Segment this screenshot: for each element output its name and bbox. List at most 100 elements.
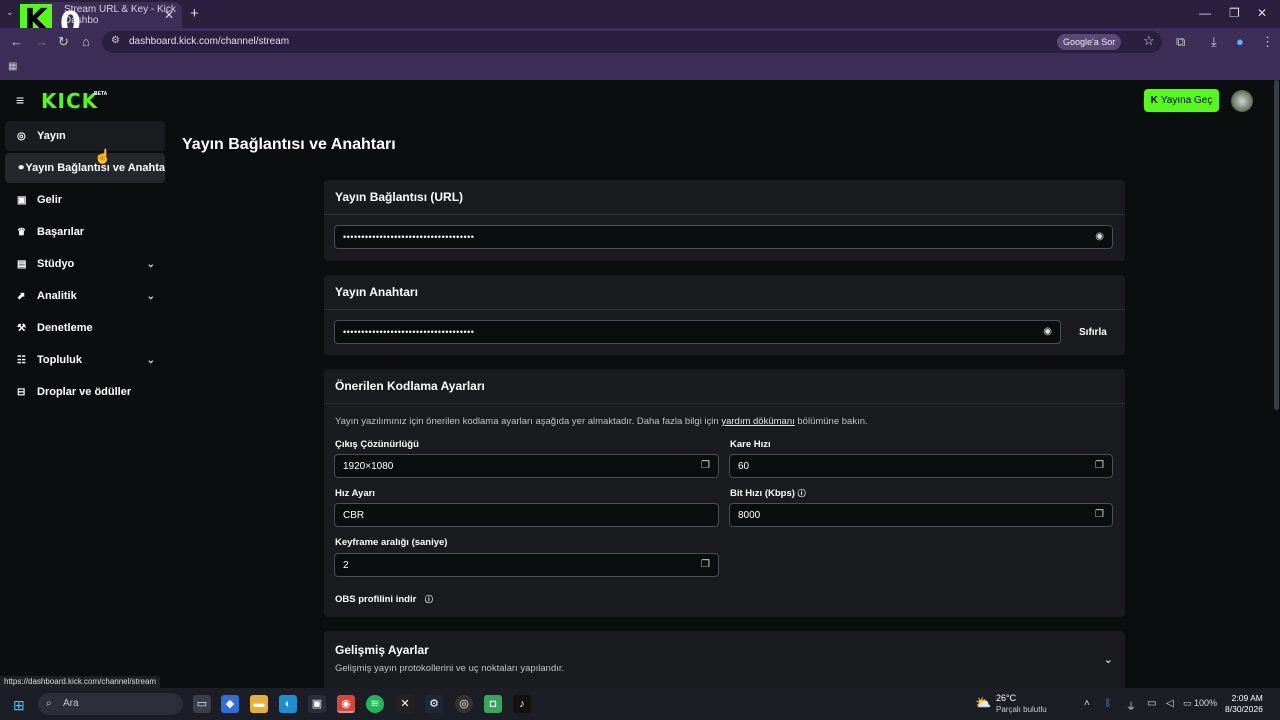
- profile-icon[interactable]: ●: [1236, 34, 1244, 49]
- stream-url-card: Yayın Bağlantısı (URL) •••••••••••••••••…: [324, 180, 1125, 261]
- analytics-icon: ⬈: [17, 290, 26, 302]
- kick-logo[interactable]: KICK: [41, 89, 98, 113]
- store-icon[interactable]: ▣: [308, 695, 326, 713]
- chevron-down-icon[interactable]: ⌄: [1104, 653, 1113, 666]
- stream-key-card: Yayın Anahtarı •••••••••••••••••••••••••…: [324, 275, 1125, 355]
- sidebar-item-studio[interactable]: ▤ Stüdyo ⌄: [5, 249, 165, 279]
- obs-profile-download[interactable]: OBS profilini indir ⓘ: [335, 594, 433, 605]
- hint-text: Yayın yazılımınız için önerilen kodlama …: [335, 416, 722, 427]
- apps-grid-icon[interactable]: ▦: [8, 61, 17, 72]
- rate-control-field[interactable]: CBR: [334, 503, 719, 527]
- card-heading: Yayın Anahtarı: [324, 275, 1125, 310]
- bluetooth-icon[interactable]: ᛒ: [1105, 698, 1111, 709]
- chevron-down-icon[interactable]: ⌄: [147, 291, 155, 302]
- tray-chevron-icon[interactable]: ˄: [1084, 698, 1090, 709]
- studio-icon: ▤: [17, 258, 27, 270]
- edge-icon[interactable]: ◐: [279, 695, 297, 713]
- window-close-icon[interactable]: ✕: [1257, 6, 1267, 20]
- sidebar-item-stream-key[interactable]: ⚭ Yayın Bağlantısı ve Anahtarı: [5, 153, 165, 183]
- bitrate-field[interactable]: 8000 ❐: [729, 503, 1113, 527]
- battery-status[interactable]: ▭ 100%: [1183, 698, 1217, 709]
- bookmark-star-icon[interactable]: ☆: [1143, 33, 1155, 49]
- tiktok-icon[interactable]: ♪: [513, 695, 531, 713]
- link-icon: ⚭: [17, 162, 26, 174]
- network-icon[interactable]: ▭: [1147, 698, 1156, 709]
- keyframe-field[interactable]: 2 ❐: [334, 553, 719, 577]
- menu-icon[interactable]: ≡: [16, 92, 24, 108]
- sidebar-item-label: Topluluk: [37, 354, 83, 366]
- card-heading: Gelişmiş Ayarlar: [335, 643, 429, 657]
- copy-icon[interactable]: ❐: [1095, 509, 1104, 520]
- task-view-icon[interactable]: ▭: [193, 695, 211, 713]
- chevron-down-icon[interactable]: ⌄: [147, 355, 155, 366]
- go-live-button[interactable]: K Yayına Geç: [1144, 89, 1219, 112]
- sidebar-item-drops[interactable]: ⊟ Droplar ve ödüller: [5, 377, 165, 407]
- app-icon[interactable]: ◘: [484, 695, 502, 713]
- search-placeholder: Ara: [63, 698, 79, 709]
- sidebar-item-analytics[interactable]: ⬈ Analitik ⌄: [5, 281, 165, 311]
- extensions-icon[interactable]: ⧉: [1176, 34, 1185, 50]
- eye-icon[interactable]: ◉: [1043, 326, 1052, 337]
- eye-icon[interactable]: ◉: [1095, 231, 1104, 242]
- weather-widget[interactable]: 26°C Parçalı bulutlu: [996, 693, 1047, 715]
- microphone-icon[interactable]: ⏚: [1126, 698, 1136, 713]
- stream-url-field[interactable]: •••••••••••••••••••••••••••••••••••• ◉: [334, 225, 1113, 249]
- masked-value: ••••••••••••••••••••••••••••••••••••: [343, 327, 475, 337]
- encoding-settings-card: Önerilen Kodlama Ayarları Yayın yazılımı…: [324, 369, 1125, 617]
- taskbar-search[interactable]: ⌕ Ara: [38, 693, 183, 715]
- avatar[interactable]: [1231, 90, 1253, 112]
- reset-key-button[interactable]: Sıfırla: [1079, 327, 1107, 338]
- sidebar-item-achievements[interactable]: ♛ Başarılar: [5, 217, 165, 247]
- tab-search-icon[interactable]: ⌄: [6, 7, 14, 18]
- advanced-subtitle: Gelişmiş yayın protokollerini ve uç nokt…: [335, 663, 565, 674]
- copy-icon[interactable]: ❐: [701, 559, 710, 570]
- framerate-field[interactable]: 60 ❐: [729, 454, 1113, 478]
- steam-icon[interactable]: ⚙: [425, 695, 443, 713]
- restore-icon[interactable]: ❐: [1229, 6, 1240, 20]
- chrome-icon[interactable]: ◉: [337, 695, 355, 713]
- copy-icon[interactable]: ❐: [701, 460, 710, 471]
- windows-start-icon[interactable]: ⊞: [13, 697, 25, 714]
- browser-menu-icon[interactable]: ⋮: [1261, 34, 1274, 50]
- volume-icon[interactable]: ◁: [1166, 698, 1174, 709]
- sidebar-item-stream[interactable]: ◎ Yayın: [5, 121, 165, 151]
- reload-icon[interactable]: ↻: [58, 34, 69, 50]
- rate-control-label: Hız Ayarı: [335, 488, 375, 499]
- help-doc-link[interactable]: yardım dökümanı: [721, 416, 794, 427]
- address-bar: ← → ↻ ⌂ ⚙ dashboard.kick.com/channel/str…: [0, 28, 1280, 56]
- tab-close-icon[interactable]: ✕: [164, 8, 174, 22]
- minimize-icon[interactable]: —: [1199, 6, 1211, 20]
- copilot-icon[interactable]: ◆: [221, 695, 239, 713]
- sidebar-item-label: Stüdyo: [37, 258, 75, 270]
- site-info-icon[interactable]: ⚙: [111, 35, 120, 46]
- scrollbar-thumb[interactable]: [1274, 80, 1279, 410]
- sidebar-item-moderation[interactable]: ⚒ Denetleme: [5, 313, 165, 343]
- spotify-icon[interactable]: ≋: [366, 695, 384, 713]
- sidebar-item-community[interactable]: ☷ Topluluk ⌄: [5, 345, 165, 375]
- new-tab-icon[interactable]: +: [190, 5, 199, 22]
- system-clock[interactable]: 2:09 AM 8/30/2026: [1225, 693, 1263, 715]
- home-icon[interactable]: ⌂: [82, 34, 90, 49]
- keyframe-value: 2: [343, 559, 349, 571]
- clock-time: 2:09 AM: [1231, 693, 1263, 703]
- obs-icon[interactable]: ◎: [455, 695, 473, 713]
- forward-icon[interactable]: →: [35, 34, 48, 49]
- back-icon[interactable]: ←: [10, 34, 23, 49]
- sidebar-item-revenue[interactable]: ▣ Gelir: [5, 185, 165, 215]
- resolution-field[interactable]: 1920×1080 ❐: [334, 454, 719, 478]
- link-status-bar: https://dashboard.kick.com/channel/strea…: [0, 676, 161, 688]
- capcut-icon[interactable]: ✕: [396, 695, 414, 713]
- download-icon[interactable]: ⤓: [1211, 34, 1217, 50]
- info-icon[interactable]: ⓘ: [425, 595, 433, 604]
- stream-key-field[interactable]: •••••••••••••••••••••••••••••••••••• ◉: [334, 320, 1061, 344]
- google-ask-button[interactable]: Google'a Sor: [1057, 34, 1122, 50]
- copy-icon[interactable]: ❐: [1095, 460, 1104, 471]
- url-field[interactable]: ⚙ dashboard.kick.com/channel/stream Goog…: [102, 31, 1162, 53]
- chevron-down-icon[interactable]: ⌄: [147, 259, 155, 270]
- sidebar-item-label: Yayın: [37, 130, 66, 142]
- obs-profile-label[interactable]: OBS profilini indir: [335, 594, 416, 605]
- info-icon[interactable]: ⓘ: [798, 489, 806, 498]
- advanced-settings-card[interactable]: Gelişmiş Ayarlar Gelişmiş yayın protokol…: [324, 631, 1125, 688]
- file-explorer-icon[interactable]: ▬: [250, 695, 268, 713]
- windows-taskbar: ⊞ ⌕ Ara ▭ ◆ ▬ ◐ ▣ ◉ ≋ ✕ ⚙ ◎ ◘ ♪ ⛅ 26°C P…: [0, 688, 1280, 720]
